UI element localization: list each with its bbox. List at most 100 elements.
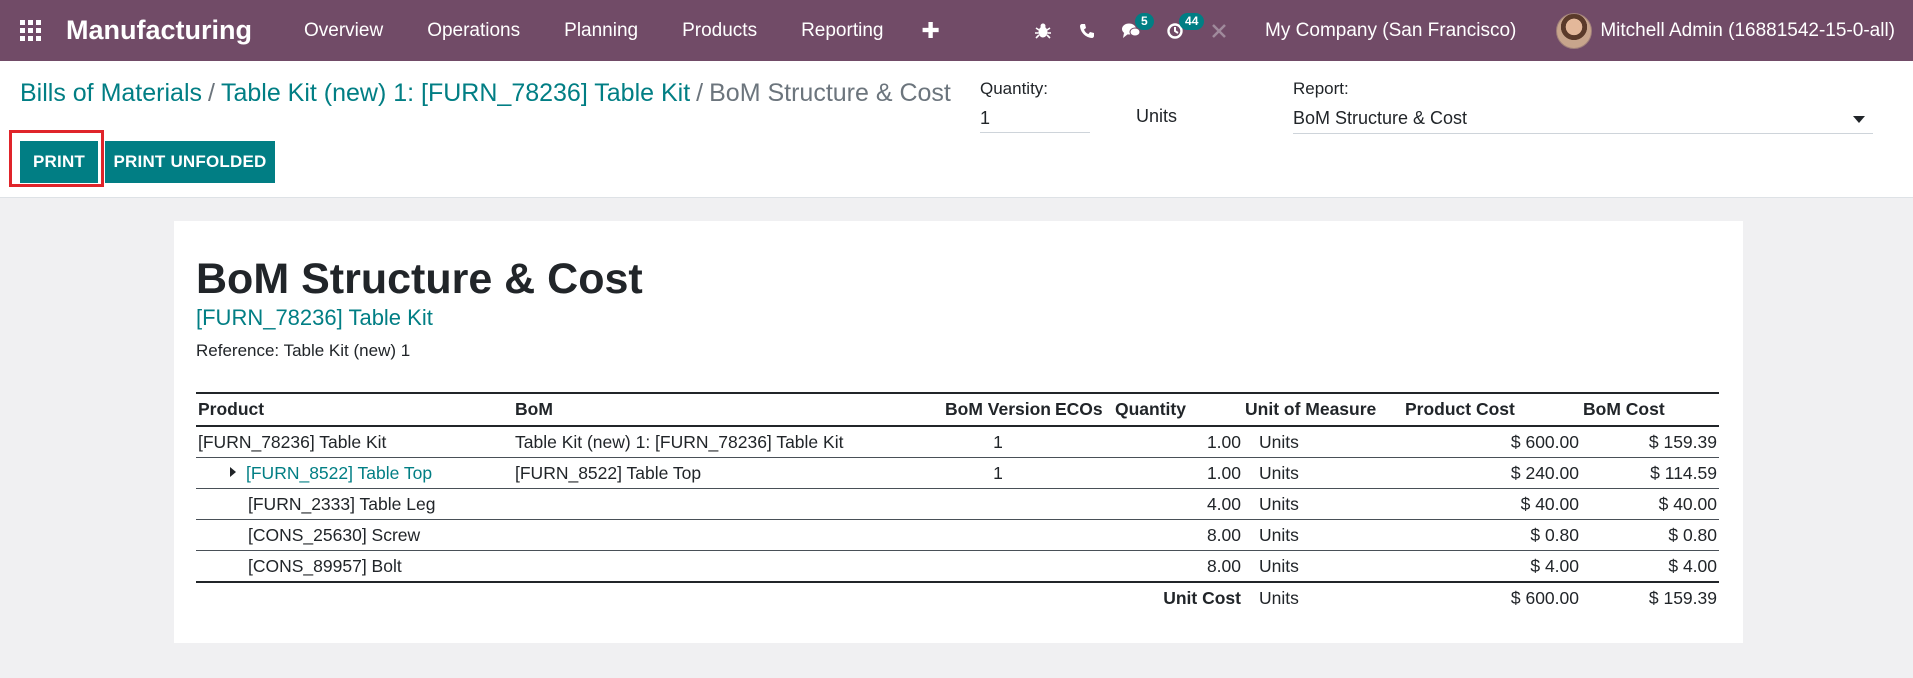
product-link[interactable]: [FURN_2333] Table Leg [196, 488, 513, 520]
bom-cost-cell: $ 40.00 [1581, 488, 1719, 520]
report-title: BoM Structure & Cost [196, 255, 643, 303]
tools-icon[interactable] [1197, 0, 1241, 61]
quantity-cell: 8.00 [1113, 550, 1243, 583]
footer-empty [943, 582, 1053, 614]
product-cost-cell: $ 4.00 [1403, 550, 1581, 583]
company-switcher[interactable]: My Company (San Francisco) [1265, 20, 1516, 42]
table-header-row: Product BoM BoM Version ECOs Quantity Un… [196, 392, 1719, 427]
unit-cost-label: Unit Cost [1163, 588, 1241, 608]
product-link[interactable]: [FURN_8522] Table Top [246, 463, 432, 483]
bom-version-cell: 1 [943, 457, 1053, 489]
print-unfolded-button[interactable]: PRINT UNFOLDED [105, 141, 275, 183]
table-row: [FURN_78236] Table Kit Table Kit (new) 1… [196, 426, 1719, 458]
menu-products[interactable]: Products [660, 20, 779, 42]
footer-empty [1053, 582, 1113, 614]
quantity-units: Units [1136, 106, 1178, 126]
uom-cell: Units [1243, 550, 1403, 583]
activities-icon[interactable]: 44 [1153, 0, 1205, 61]
column-header-bom: BoM [513, 392, 943, 427]
ecos-cell [1053, 550, 1113, 583]
user-menu[interactable]: Mitchell Admin (16881542-15-0-all) [1600, 20, 1895, 42]
main-menu: Overview Operations Planning Products Re… [282, 18, 956, 44]
menu-operations[interactable]: Operations [405, 20, 542, 42]
breadcrumb-current: BoM Structure & Cost [709, 79, 951, 107]
top-navbar: Manufacturing Overview Operations Planni… [0, 0, 1913, 61]
ecos-cell [1053, 457, 1113, 489]
print-button[interactable]: PRINT [20, 141, 98, 183]
column-header-product-cost: Product Cost [1403, 392, 1581, 427]
report-select[interactable]: BoM Structure & Cost [1293, 104, 1873, 134]
table-row: [FURN_8522] Table Top [FURN_8522] Table … [196, 457, 1719, 489]
bom-link[interactable]: Table Kit (new) 1: [FURN_78236] Table Ki… [513, 426, 943, 458]
uom-cell: Units [1243, 488, 1403, 520]
product-cost-cell: $ 240.00 [1403, 457, 1581, 489]
bom-cell [513, 519, 943, 551]
bom-version-cell [943, 488, 1053, 520]
column-header-uom: Unit of Measure [1243, 392, 1403, 427]
bom-version-cell: 1 [943, 426, 1053, 458]
breadcrumb-bom-record[interactable]: Table Kit (new) 1: [FURN_78236] Table Ki… [221, 79, 690, 107]
menu-overview[interactable]: Overview [282, 20, 405, 42]
table-row: [CONS_25630] Screw 8.00 Units $ 0.80 $ 0… [196, 519, 1719, 551]
column-header-bom-cost: BoM Cost [1581, 392, 1719, 427]
menu-planning[interactable]: Planning [542, 20, 660, 42]
bom-cost-cell: $ 114.59 [1581, 457, 1719, 489]
ecos-cell [1053, 426, 1113, 458]
quantity-label: Quantity: [980, 79, 1049, 98]
quantity-cell: 8.00 [1113, 519, 1243, 551]
report-sheet: BoM Structure & Cost [FURN_78236] Table … [174, 221, 1743, 643]
avatar[interactable] [1556, 12, 1593, 49]
breadcrumb: Bills of Materials / Table Kit (new) 1: [F… [20, 79, 951, 108]
unit-cost-uom: Units [1259, 588, 1299, 608]
bom-cost-cell: $ 159.39 [1581, 426, 1719, 458]
ecos-cell [1053, 488, 1113, 520]
breadcrumb-bills-of-materials[interactable]: Bills of Materials [20, 79, 202, 107]
report-reference: Reference: Table Kit (new) 1 [196, 341, 411, 360]
product-link[interactable]: [FURN_78236] Table Kit [196, 426, 513, 458]
plus-icon[interactable]: ✚ [905, 18, 955, 44]
column-header-quantity: Quantity [1113, 392, 1243, 427]
control-panel: Bills of Materials / Table Kit (new) 1: [F… [0, 61, 1913, 198]
footer-empty [196, 582, 513, 614]
quantity-cell: 1.00 [1113, 426, 1243, 458]
bom-cell [513, 550, 943, 583]
breadcrumb-separator: / [208, 79, 215, 107]
column-header-product: Product [196, 392, 513, 427]
product-link[interactable]: [CONS_25630] Screw [196, 519, 513, 551]
app-name[interactable]: Manufacturing [66, 15, 252, 46]
report-product-link[interactable]: [FURN_78236] Table Kit [196, 305, 433, 331]
systray: 5 44 My Company (San Francisco) Mitchell… [1021, 0, 1913, 61]
messages-icon[interactable]: 5 [1109, 0, 1154, 61]
bom-link[interactable]: [FURN_8522] Table Top [513, 457, 943, 489]
apps-menu-icon[interactable] [0, 0, 60, 61]
bom-cost-cell: $ 4.00 [1581, 550, 1719, 583]
column-header-ecos: ECOs [1053, 392, 1113, 427]
table-row: [CONS_89957] Bolt 8.00 Units $ 4.00 $ 4.… [196, 550, 1719, 583]
bom-version-cell [943, 519, 1053, 551]
caret-down-icon [1853, 116, 1865, 123]
menu-reporting[interactable]: Reporting [779, 20, 905, 42]
product-cost-cell: $ 600.00 [1403, 426, 1581, 458]
column-header-bom-version: BoM Version [943, 392, 1053, 427]
product-link[interactable]: [CONS_89957] Bolt [196, 550, 513, 583]
unit-cost-bom-cost: $ 159.39 [1648, 588, 1717, 608]
ecos-cell [1053, 519, 1113, 551]
caret-right-icon[interactable] [230, 466, 236, 477]
quantity-cell: 1.00 [1113, 457, 1243, 489]
table-row: [FURN_2333] Table Leg 4.00 Units $ 40.00… [196, 488, 1719, 520]
product-cost-cell: $ 40.00 [1403, 488, 1581, 520]
bom-cost-cell: $ 0.80 [1581, 519, 1719, 551]
table-footer-row: Unit Cost Units $ 600.00 $ 159.39 [196, 582, 1719, 614]
unit-cost-product-cost: $ 600.00 [1510, 588, 1579, 608]
report-select-value: BoM Structure & Cost [1293, 108, 1468, 128]
report-label: Report: [1293, 79, 1349, 98]
uom-cell: Units [1243, 519, 1403, 551]
product-cost-cell: $ 0.80 [1403, 519, 1581, 551]
quantity-cell: 4.00 [1113, 488, 1243, 520]
bom-version-cell [943, 550, 1053, 583]
bug-icon[interactable] [1021, 0, 1065, 61]
breadcrumb-separator: / [696, 79, 704, 107]
messages-badge: 5 [1135, 13, 1154, 30]
quantity-input[interactable] [980, 104, 1090, 133]
phone-icon[interactable] [1065, 0, 1109, 61]
